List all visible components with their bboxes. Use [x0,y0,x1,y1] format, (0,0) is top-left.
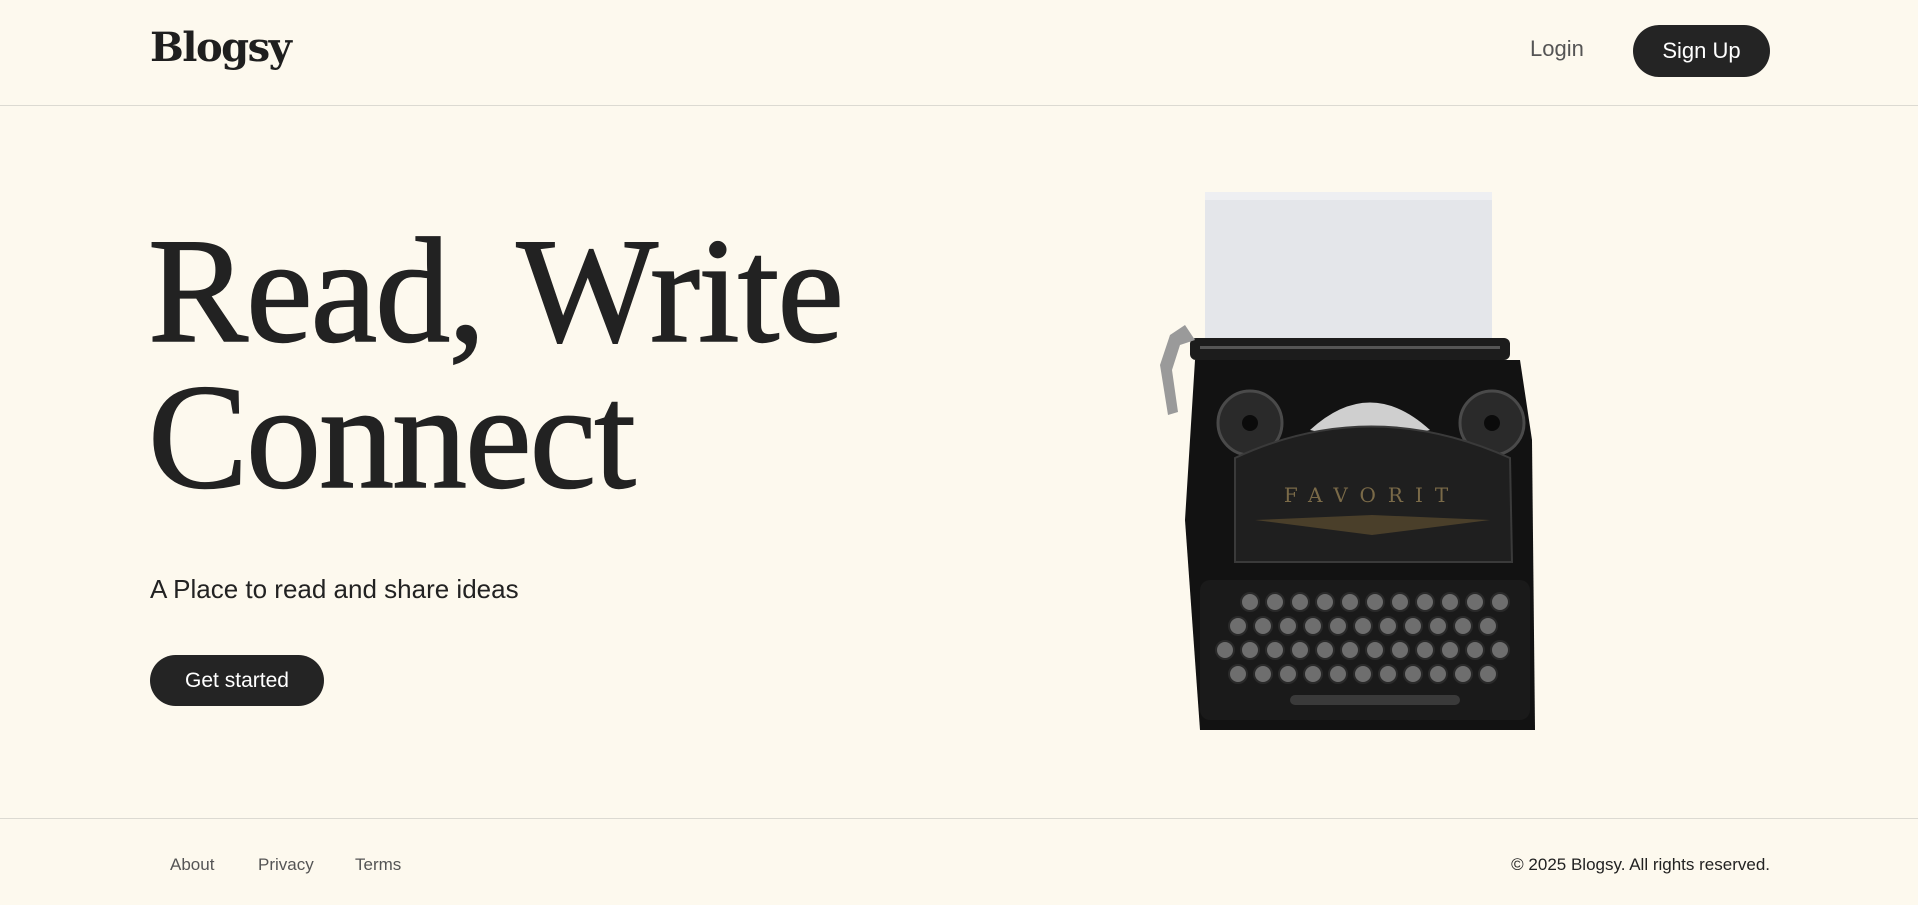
login-link[interactable]: Login [1530,36,1584,62]
get-started-button[interactable]: Get started [150,655,324,706]
hero-subtitle: A Place to read and share ideas [150,574,519,604]
hero-title-line-1: Read, Write [147,208,844,374]
hero-title: Read, Write Connect [147,208,844,520]
typewriter-brand-text: FAVORIT [1284,483,1460,507]
typewriter-illustration: FAVORIT [1160,192,1535,730]
site-footer: About Privacy Terms © 2025 Blogsy. All r… [0,818,1918,905]
signup-button[interactable]: Sign Up [1633,25,1770,77]
brand-logo[interactable]: Blogsy [150,24,292,71]
site-header: Blogsy Login Sign Up [0,0,1918,106]
footer-link-terms[interactable]: Terms [355,855,401,875]
footer-link-privacy[interactable]: Privacy [258,855,314,875]
copyright-text: © 2025 Blogsy. All rights reserved. [1511,855,1770,874]
hero-title-line-2: Connect [147,354,636,520]
footer-link-about[interactable]: About [170,855,214,875]
